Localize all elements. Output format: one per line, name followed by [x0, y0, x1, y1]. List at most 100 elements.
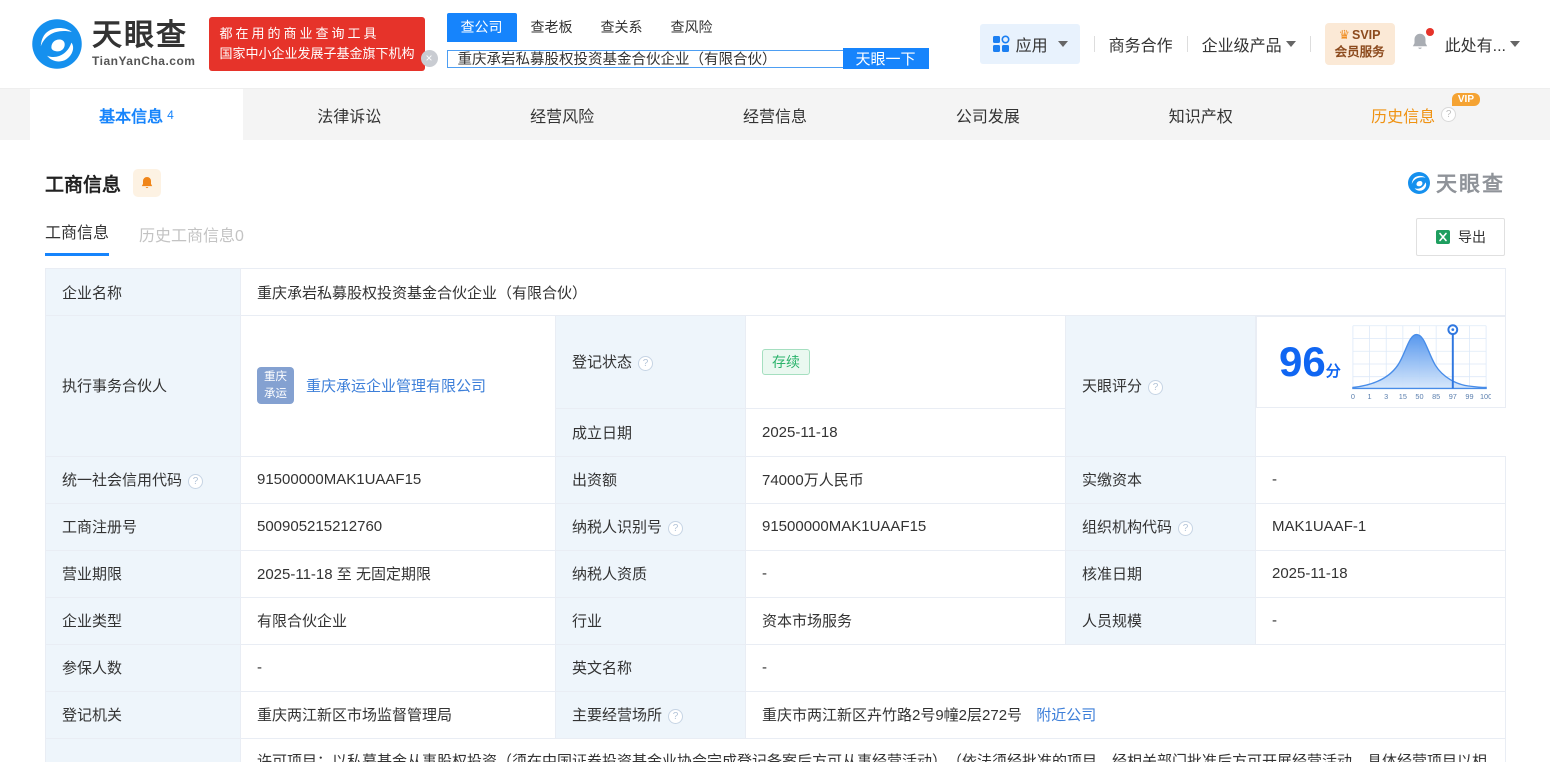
- tab-operation-info[interactable]: 经营信息: [669, 89, 882, 140]
- divider: [1309, 36, 1311, 52]
- tab-intellectual-property[interactable]: 知识产权: [1094, 89, 1307, 140]
- reg-number-value: 500905215212760: [240, 502, 556, 551]
- svg-text:85: 85: [1432, 392, 1440, 401]
- executive-partner-value: 重庆 承运 重庆承运企业管理有限公司: [240, 315, 556, 457]
- tab-basic-info-count: 4: [167, 107, 174, 122]
- export-button[interactable]: 导出: [1416, 218, 1505, 256]
- company-name-label: 企业名称: [45, 268, 241, 316]
- watermark-logo: 天眼查: [1407, 168, 1505, 198]
- help-icon[interactable]: ?: [668, 709, 684, 724]
- registry-authority-label: 登记机关: [45, 690, 241, 739]
- executive-partner-label: 执行事务合伙人: [45, 315, 241, 457]
- tab-history-info[interactable]: 历史信息 ? VIP: [1307, 89, 1520, 140]
- label-text: 纳税人识别号: [572, 519, 663, 536]
- status-badge: 存续: [762, 348, 810, 375]
- watermark-text: 天眼查: [1436, 173, 1505, 196]
- insured-count-label: 参保人数: [45, 643, 241, 692]
- svg-text:97: 97: [1448, 392, 1456, 401]
- address-text: 重庆市两江新区卉竹路2号9幢2层272号: [762, 707, 1023, 724]
- table-row: 工商注册号 500905215212760 纳税人识别号? 91500000MA…: [45, 502, 1507, 551]
- search-input[interactable]: [446, 49, 843, 68]
- monitor-bell-button[interactable]: [133, 169, 162, 197]
- label-text: 天眼评分: [1082, 378, 1143, 396]
- header: 天眼查 TianYanCha.com 都在用的商业查询工具 国家中小企业发展子基…: [0, 0, 1550, 88]
- help-icon[interactable]: ?: [188, 474, 204, 489]
- table-row: 经营范围? 许可项目：以私募基金从事股权投资（须在中国证券投资基金业协会完成登记…: [45, 737, 1507, 762]
- chevron-down-icon: [1057, 41, 1068, 47]
- nav-enterprise-label: 企业级产品: [1201, 38, 1282, 55]
- apps-menu-button[interactable]: 应用: [979, 24, 1080, 64]
- notification-dot: [1425, 27, 1434, 36]
- table-row: 营业期限 2025-11-18 至 无固定期限 纳税人资质 - 核准日期 202…: [45, 549, 1507, 598]
- svg-text:50: 50: [1415, 392, 1423, 401]
- svg-text:1: 1: [1367, 392, 1371, 401]
- help-icon[interactable]: ?: [1441, 107, 1457, 122]
- search-tab-risk[interactable]: 查风险: [657, 13, 727, 42]
- credit-code-value: 91500000MAK1UAAF15: [240, 455, 556, 504]
- crown-icon: ♛: [1338, 28, 1350, 43]
- notifications-button[interactable]: [1409, 27, 1434, 58]
- score-marker-dot: [1450, 328, 1454, 332]
- svg-text:100: 100: [1480, 392, 1491, 401]
- taxpayer-id-value: 91500000MAK1UAAF15: [745, 502, 1066, 551]
- help-icon[interactable]: ?: [638, 356, 654, 372]
- business-address-label: 主要经营场所?: [555, 690, 746, 739]
- clear-search-icon[interactable]: ×: [420, 50, 438, 67]
- taxpayer-quality-value: -: [745, 549, 1066, 598]
- approval-date-value: 2025-11-18: [1254, 549, 1507, 598]
- tianyancha-logo-icon: [32, 19, 82, 69]
- score-axis-labels: 0 1 3 15 50 85 97 99 100: [1350, 392, 1490, 401]
- partner-avatar[interactable]: 重庆 承运: [257, 367, 294, 405]
- subtab-history-business-info[interactable]: 历史工商信息0: [139, 222, 244, 256]
- credit-code-label: 统一社会信用代码?: [45, 455, 241, 504]
- search-tab-company[interactable]: 查公司: [446, 13, 517, 42]
- table-row: 企业类型 有限合伙企业 行业 资本市场服务 人员规模 -: [45, 596, 1507, 645]
- nav-cooperation[interactable]: 商务合作: [1109, 32, 1173, 56]
- chevron-down-icon: [1285, 41, 1296, 47]
- table-row: 登记机关 重庆两江新区市场监督管理局 主要经营场所? 重庆市两江新区卉竹路2号9…: [45, 690, 1507, 739]
- help-icon[interactable]: ?: [668, 521, 684, 536]
- brand-name: 天眼查: [92, 18, 188, 52]
- search-tab-boss[interactable]: 查老板: [517, 13, 587, 42]
- company-tabbar: 基本信息 4 法律诉讼 经营风险 经营信息 公司发展 知识产权 历史信息 ? V…: [0, 88, 1550, 140]
- svip-membership-button[interactable]: ♛ SVIP 会员服务: [1324, 23, 1395, 65]
- vip-badge: VIP: [1451, 93, 1481, 106]
- score-number: 96: [1279, 338, 1326, 385]
- registration-status-label: 登记状态?: [555, 315, 746, 409]
- paid-capital-label: 实缴资本: [1065, 455, 1256, 504]
- tab-label: 历史信息: [1371, 108, 1436, 126]
- chevron-down-icon: [1510, 41, 1520, 47]
- user-menu[interactable]: 此处有...: [1445, 32, 1520, 56]
- svip-label1: SVIP: [1352, 28, 1381, 43]
- tab-basic-info[interactable]: 基本信息 4: [30, 89, 243, 140]
- nearby-companies-link[interactable]: 附近公司: [1036, 707, 1096, 724]
- brand-domain: TianYanCha.com: [92, 53, 196, 68]
- nav-enterprise-products[interactable]: 企业级产品: [1202, 32, 1296, 56]
- contribution-label: 出资额: [555, 455, 746, 504]
- svg-text:15: 15: [1398, 392, 1406, 401]
- bell-icon: [141, 177, 153, 189]
- section-title: 工商信息: [45, 174, 122, 196]
- subtab-business-info[interactable]: 工商信息: [45, 219, 110, 256]
- svg-text:0: 0: [1350, 392, 1354, 401]
- apps-label: 应用: [1015, 38, 1048, 55]
- paid-capital-value: -: [1254, 455, 1507, 504]
- promo-line2: 国家中小企业发展子基金旗下机构: [219, 46, 415, 61]
- search-tab-relation[interactable]: 查关系: [587, 13, 657, 42]
- help-icon[interactable]: ?: [1178, 521, 1194, 536]
- label-text: 登记状态: [572, 354, 633, 372]
- svip-label2: 会员服务: [1334, 45, 1385, 59]
- tab-legal-proceedings[interactable]: 法律诉讼: [243, 89, 456, 140]
- business-term-label: 营业期限: [45, 549, 241, 598]
- search-tabs: 查公司 查老板 查关系 查风险: [446, 13, 929, 42]
- tianyancha-logo[interactable]: 天眼查 TianYanCha.com: [30, 17, 195, 71]
- score-unit: 分: [1325, 363, 1341, 380]
- tab-operation-risk[interactable]: 经营风险: [456, 89, 669, 140]
- table-row: 执行事务合伙人 重庆 承运 重庆承运企业管理有限公司 登记状态? 存续 天眼评分…: [45, 315, 1506, 457]
- taxpayer-quality-label: 纳税人资质: [555, 549, 746, 598]
- help-icon[interactable]: ?: [1148, 380, 1164, 396]
- tab-label: 公司发展: [955, 108, 1020, 126]
- search-button[interactable]: 天眼一下: [842, 48, 929, 69]
- partner-company-link[interactable]: 重庆承运企业管理有限公司: [306, 375, 486, 396]
- tab-company-development[interactable]: 公司发展: [881, 89, 1094, 140]
